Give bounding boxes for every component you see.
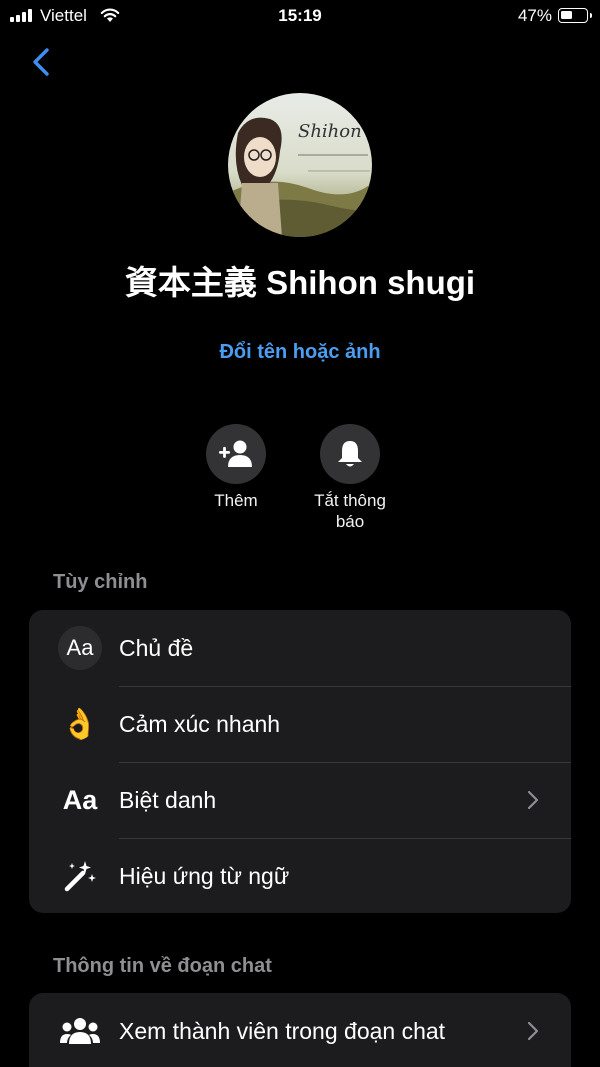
members-label: Xem thành viên trong đoạn chat [119, 1017, 446, 1044]
back-chevron-icon[interactable] [28, 44, 58, 80]
theme-icon: Aa [58, 626, 102, 670]
add-people-button[interactable]: Thêm [176, 424, 296, 511]
avatar-watermark: Shihon [298, 121, 362, 142]
status-bar: Viettel 15:19 47% [0, 0, 600, 34]
word-effects-label: Hiệu ứng từ ngữ [119, 862, 290, 889]
quick-reaction-row[interactable]: 👌 Cảm xúc nhanh [29, 686, 571, 762]
customize-card: Aa Chủ đề 👌 Cảm xúc nhanh Aa Biệt danh H… [29, 610, 571, 913]
word-effects-row[interactable]: Hiệu ứng từ ngữ [29, 838, 571, 913]
quick-reaction-label: Cảm xúc nhanh [119, 710, 281, 737]
chevron-right-icon [527, 790, 539, 810]
nicknames-row[interactable]: Aa Biệt danh [29, 762, 571, 838]
nickname-icon: Aa [62, 784, 98, 815]
group-members-icon [60, 1018, 100, 1044]
clock: 15:19 [278, 6, 322, 25]
members-row[interactable]: Xem thành viên trong đoạn chat [29, 993, 571, 1067]
battery-icon [558, 8, 592, 23]
chat-info-card: Xem thành viên trong đoạn chat [29, 993, 571, 1067]
change-name-or-photo-link[interactable]: Đổi tên hoặc ảnh [0, 341, 600, 364]
magic-wand-icon [64, 861, 96, 892]
bell-icon [338, 441, 362, 467]
ok-hand-icon: 👌 [61, 707, 99, 741]
chat-info-section-title: Thông tin về đoạn chat [53, 955, 272, 977]
battery-percentage: 47% [517, 6, 552, 25]
mute-notifications-button[interactable]: Tắt thông báo [290, 424, 410, 532]
nicknames-label: Biệt danh [119, 786, 217, 813]
theme-label: Chủ đề [119, 634, 194, 661]
customize-section-title: Tùy chỉnh [53, 571, 148, 593]
add-people-label: Thêm [214, 491, 258, 510]
chevron-right-icon [527, 1021, 539, 1041]
theme-row[interactable]: Aa Chủ đề [29, 610, 571, 686]
add-person-icon [219, 440, 252, 467]
profile-name: 資本主義 Shihon shugi [124, 264, 476, 301]
avatar[interactable]: Shihon [228, 93, 372, 237]
mute-notifications-label: Tắt thông báo [314, 491, 386, 531]
